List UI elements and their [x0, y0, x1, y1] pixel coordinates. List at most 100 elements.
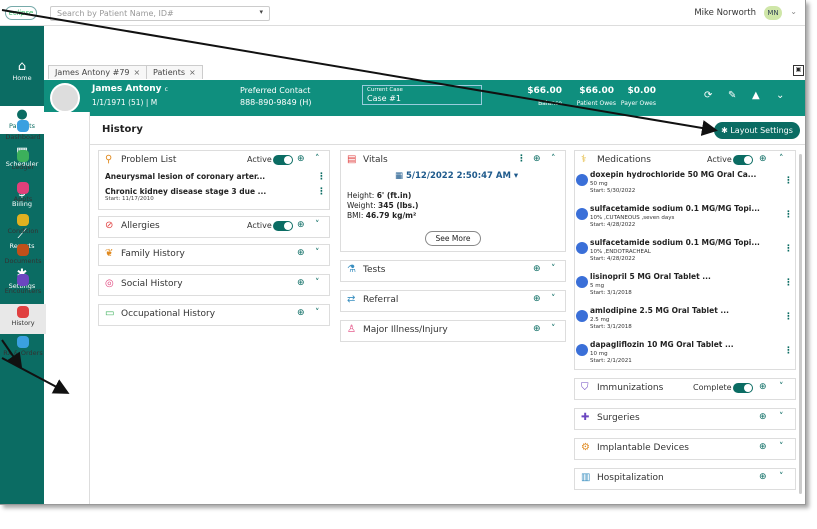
implantable-devices-card[interactable]: ⚙ Implantable Devices ⊕ ˅	[574, 438, 796, 460]
subnav-rx-orders[interactable]: Rx & Orders	[0, 336, 46, 357]
family-history-card[interactable]: ❦ Family History ⊕ ˅	[98, 244, 330, 266]
add-icon[interactable]: ⊕	[759, 154, 767, 164]
add-icon[interactable]: ⊕	[759, 382, 767, 392]
add-icon[interactable]: ⊕	[297, 248, 305, 258]
chevron-down-icon[interactable]: ˅	[315, 220, 320, 230]
add-icon[interactable]: ⊕	[297, 220, 305, 230]
active-toggle[interactable]	[733, 155, 753, 165]
subnav-appts[interactable]: Appts	[0, 182, 46, 203]
problem-text: Aneurysmal lesion of coronary arter...	[105, 172, 266, 181]
chevron-down-icon[interactable]: ˅	[551, 264, 556, 274]
chevron-up-icon[interactable]: ˄	[551, 154, 556, 164]
chevron-down-icon[interactable]: ˅	[315, 308, 320, 318]
more-icon[interactable]: ⋮	[317, 187, 326, 197]
chevron-down-icon[interactable]: ˅	[315, 278, 320, 288]
case-label: Current Case	[367, 87, 403, 93]
subnav-documents[interactable]: Documents	[0, 244, 46, 265]
bell-icon[interactable]: ▲	[752, 90, 760, 101]
chevron-down-icon[interactable]: ⌄	[776, 90, 784, 101]
chevron-down-icon[interactable]: ˅	[779, 442, 784, 452]
subnav-encounters[interactable]: Encounters	[0, 274, 46, 295]
history-icon	[17, 306, 29, 318]
subnav-ledger[interactable]: Ledger	[0, 150, 46, 171]
subnav-dashboard[interactable]: Dashboard	[0, 120, 46, 141]
edit-icon[interactable]: ✎	[728, 90, 736, 101]
active-toggle[interactable]	[273, 221, 293, 231]
user-name[interactable]: Mike Norworth	[694, 8, 756, 18]
subnav-condition[interactable]: Condition	[0, 214, 46, 235]
add-icon[interactable]: ⊕	[297, 308, 305, 318]
more-icon[interactable]: ⋮	[784, 210, 793, 220]
pill-icon	[576, 174, 588, 186]
add-icon[interactable]: ⊕	[297, 278, 305, 288]
allergies-card[interactable]: ⊘ Allergies Active ⊕ ˅	[98, 216, 330, 238]
hospitalization-card[interactable]: ▥ Hospitalization ⊕ ˅	[574, 468, 796, 490]
chevron-down-icon[interactable]: ▾	[259, 8, 263, 16]
immunizations-card[interactable]: ⛉ Immunizations Complete ⊕ ˅	[574, 378, 796, 400]
see-more-button[interactable]: See More	[425, 231, 481, 246]
more-icon[interactable]: ⋮	[784, 244, 793, 254]
card-title: Referral	[363, 295, 399, 305]
chevron-down-icon[interactable]: ˅	[551, 324, 556, 334]
chevron-up-icon[interactable]: ˄	[315, 154, 320, 164]
active-toggle[interactable]	[273, 155, 293, 165]
tests-card[interactable]: ⚗ Tests ⊕ ˅	[340, 260, 566, 282]
occupational-history-card[interactable]: ▭ Occupational History ⊕ ˅	[98, 304, 330, 326]
patient-search-input[interactable]: Search by Patient Name, ID# ▾	[50, 6, 270, 21]
add-icon[interactable]: ⊕	[533, 294, 541, 304]
chevron-down-icon[interactable]: ˅	[779, 472, 784, 482]
chevron-down-icon[interactable]: ˅	[779, 412, 784, 422]
tab-patients[interactable]: Patients ×	[146, 65, 203, 79]
sidebar-header	[0, 26, 44, 56]
chevron-down-icon[interactable]: ˅	[551, 294, 556, 304]
gear-icon: ✱	[721, 126, 728, 135]
current-case-box[interactable]: Current Case Case #1	[362, 85, 482, 105]
patient-subnav	[44, 112, 90, 504]
more-icon[interactable]: ⋮	[784, 346, 793, 356]
add-icon[interactable]: ⊕	[533, 154, 541, 164]
surgeries-card[interactable]: ✚ Surgeries ⊕ ˅	[574, 408, 796, 430]
vitals-date-selector[interactable]: ▦ 5/12/2022 2:50:47 AM ▾	[395, 171, 518, 181]
list-item[interactable]: Chronic kidney disease stage 3 due ... St…	[105, 187, 325, 202]
layout-settings-button[interactable]: ✱ Layout Settings	[714, 122, 800, 139]
chevron-down-icon[interactable]: ˅	[315, 248, 320, 258]
complete-toggle[interactable]	[733, 383, 753, 393]
list-item[interactable]: Aneurysmal lesion of coronary arter...	[105, 172, 325, 181]
add-icon[interactable]: ⊕	[297, 154, 305, 164]
user-menu-chevron-icon[interactable]: ⌄	[790, 7, 797, 16]
tab-patient[interactable]: James Antony #79 ×	[48, 65, 148, 79]
patient-avatar	[50, 83, 80, 113]
more-icon[interactable]: ⋮	[784, 176, 793, 186]
more-icon[interactable]: ⋮	[317, 172, 326, 182]
add-icon[interactable]: ⊕	[759, 472, 767, 482]
close-icon[interactable]: ×	[134, 68, 141, 77]
more-icon[interactable]: ⋮	[517, 154, 526, 164]
problem-start: Start: 11/17/2010	[105, 196, 154, 202]
medication-name: lisinopril 5 MG Oral Tablet ...	[590, 272, 711, 281]
add-icon[interactable]: ⊕	[533, 264, 541, 274]
appts-icon	[17, 182, 29, 194]
referral-card[interactable]: ⇄ Referral ⊕ ˅	[340, 290, 566, 312]
refresh-icon[interactable]: ⟳	[704, 90, 712, 101]
nav-home[interactable]: ⌂ Home	[0, 60, 44, 83]
close-icon[interactable]: ×	[189, 68, 196, 77]
weight-label: Weight:	[347, 201, 376, 210]
social-history-card[interactable]: ◎ Social History ⊕ ˅	[98, 274, 330, 296]
add-icon[interactable]: ⊕	[759, 412, 767, 422]
user-avatar[interactable]: MN	[764, 6, 782, 20]
chevron-down-icon[interactable]: ˅	[779, 382, 784, 392]
subnav-history[interactable]: History	[0, 304, 46, 334]
chevron-up-icon[interactable]: ˄	[779, 154, 784, 164]
pill-icon	[576, 242, 588, 254]
add-icon[interactable]: ⊕	[759, 442, 767, 452]
allergy-icon: ⊘	[105, 220, 114, 231]
medication-start: Start: 5/30/2022	[590, 188, 636, 194]
more-icon[interactable]: ⋮	[784, 278, 793, 288]
problem-text: Chronic kidney disease stage 3 due ...	[105, 187, 267, 196]
major-illness-card[interactable]: ♙ Major Illness/Injury ⊕ ˅	[340, 320, 566, 342]
scrollbar[interactable]	[799, 154, 802, 494]
vitals-bmi: BMI: 46.79 kg/m²	[347, 211, 416, 220]
more-icon[interactable]: ⋮	[784, 312, 793, 322]
new-window-icon[interactable]: ▣	[793, 65, 804, 76]
add-icon[interactable]: ⊕	[533, 324, 541, 334]
